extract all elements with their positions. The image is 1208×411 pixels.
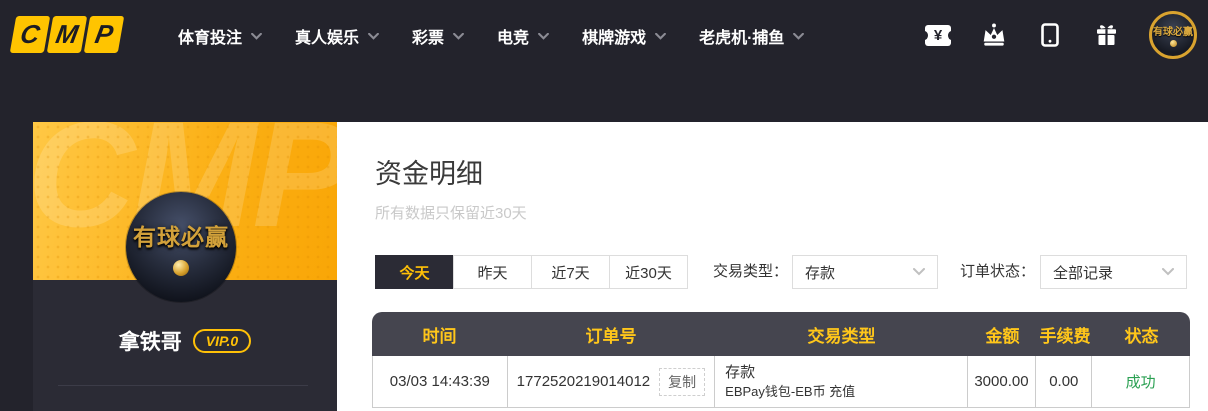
cell-type: 存款 EBPay钱包-EB币 充值 (715, 356, 968, 407)
tab-last7days[interactable]: 近7天 (531, 255, 610, 289)
chevron-down-icon (655, 32, 667, 40)
profile-sidebar: CMP 有球必赢 拿铁哥 VIP.0 (0, 122, 337, 411)
yen-glyph: ¥ (933, 26, 943, 44)
table-header: 时间 订单号 交易类型 金额 手续费 状态 (372, 312, 1190, 356)
crown-glyph (983, 23, 1005, 46)
order-status-label: 订单状态： (960, 263, 1036, 280)
col-header-fee: 手续费 (1039, 326, 1091, 346)
sidebar-divider (58, 385, 308, 386)
cell-status: 成功 (1125, 374, 1156, 391)
chevron-down-icon (538, 32, 549, 40)
mobile-app-icon[interactable] (1037, 23, 1063, 47)
transaction-type-select[interactable]: 存款 (792, 255, 938, 289)
nav-item-label: 真人娱乐 (295, 30, 360, 47)
col-header-type: 交易类型 (807, 326, 876, 346)
funds-table: 时间 订单号 交易类型 金额 手续费 状态 03/03 14:43:39 177… (372, 312, 1190, 408)
page-subtitle: 所有数据只保留近30天 (375, 205, 527, 222)
profile-card: CMP 有球必赢 拿铁哥 VIP.0 (33, 122, 337, 411)
col-header-time: 时间 (422, 326, 457, 346)
avatar-text: 有球必赢 (1153, 27, 1193, 38)
quick-actions: ¥ 有球必赢 (921, 0, 1197, 70)
col-header-order-no: 订单号 (585, 326, 637, 346)
main-content: 资金明细 所有数据只保留近30天 今天 昨天 近7天 近30天 交易类型： 存款… (337, 122, 1208, 411)
filter-row: 今天 昨天 近7天 近30天 交易类型： 存款 订单状态： 全部记录 (337, 255, 1208, 289)
cell-amount: 3000.00 (968, 356, 1037, 407)
copy-button[interactable]: 复制 (659, 367, 706, 396)
gift-glyph (1096, 25, 1116, 45)
col-header-amount: 金额 (985, 326, 1020, 346)
vip-badge: VIP.0 (192, 328, 252, 354)
order-status-select[interactable]: 全部记录 (1040, 255, 1187, 289)
type-line1: 存款 (725, 363, 756, 381)
mobile-glyph (1041, 23, 1059, 47)
avatar-text: 有球必赢 (133, 224, 229, 250)
top-nav-bar: C M P 体育投注 真人娱乐 彩票 电竞 棋牌游戏 老虎机·捕鱼 ¥ 有球必赢 (0, 0, 1208, 122)
type-line2: EBPay钱包-EB币 充值 (725, 383, 856, 399)
nav-item-live-casino[interactable]: 真人娱乐 (295, 24, 379, 48)
order-status-value: 全部记录 (1053, 264, 1114, 282)
logo-letter-box: C (9, 16, 51, 53)
screen: C M P 体育投注 真人娱乐 彩票 电竞 棋牌游戏 老虎机·捕鱼 ¥ 有球必赢… (0, 0, 1208, 411)
cell-time: 03/03 14:43:39 (373, 356, 508, 407)
crown-icon[interactable] (981, 23, 1007, 47)
brand-logo[interactable]: C M P (9, 16, 125, 53)
nav-item-slots-fishing[interactable]: 老虎机·捕鱼 (699, 24, 805, 48)
chevron-down-icon (453, 32, 464, 40)
logo-letter-box: M (46, 16, 88, 53)
transaction-type-label: 交易类型： (713, 263, 789, 280)
yen-voucher-icon[interactable]: ¥ (921, 23, 955, 47)
gift-icon[interactable] (1093, 23, 1119, 47)
nav-item-label: 彩票 (412, 30, 445, 47)
nav-item-lottery[interactable]: 彩票 (412, 24, 464, 48)
table-row: 03/03 14:43:39 1772520219014012 复制 存款 EB… (372, 356, 1190, 408)
order-number: 1772520219014012 (516, 373, 651, 390)
chevron-down-icon (1162, 268, 1174, 276)
cell-order-no: 1772520219014012 复制 (508, 356, 716, 407)
nav-item-board-games[interactable]: 棋牌游戏 (582, 24, 667, 48)
golden-ball-icon (173, 260, 189, 276)
chevron-down-icon (913, 268, 925, 276)
user-avatar[interactable]: 有球必赢 (1149, 11, 1197, 59)
transaction-type-value: 存款 (805, 264, 836, 282)
nav-item-label: 体育投注 (178, 30, 243, 47)
logo-letter-box: P (83, 16, 125, 53)
username: 拿铁哥 (118, 331, 182, 354)
col-header-status: 状态 (1124, 326, 1159, 346)
tab-yesterday[interactable]: 昨天 (453, 255, 532, 289)
cell-fee: 0.00 (1036, 356, 1093, 407)
nav-item-label: 老虎机·捕鱼 (699, 30, 785, 47)
nav-item-label: 电竞 (497, 30, 530, 47)
profile-avatar[interactable]: 有球必赢 (126, 192, 236, 302)
voucher-shape: ¥ (921, 24, 955, 46)
golden-ball-icon (1169, 40, 1177, 47)
nav-item-label: 棋牌游戏 (582, 30, 647, 47)
tab-today[interactable]: 今天 (375, 255, 454, 289)
chevron-down-icon (251, 32, 262, 40)
user-info-row: 拿铁哥 VIP.0 (33, 326, 337, 356)
main-nav: 体育投注 真人娱乐 彩票 电竞 棋牌游戏 老虎机·捕鱼 (178, 0, 805, 72)
tab-last30days[interactable]: 近30天 (609, 255, 688, 289)
date-range-tabs: 今天 昨天 近7天 近30天 (375, 255, 688, 289)
logo-letter: P (92, 19, 116, 49)
nav-item-esports[interactable]: 电竞 (497, 24, 549, 48)
page-title: 资金明细 (375, 159, 483, 189)
chevron-down-icon (368, 32, 379, 40)
nav-item-sports[interactable]: 体育投注 (178, 24, 262, 48)
logo-letter: M (53, 19, 81, 49)
logo-letter: C (18, 19, 43, 49)
chevron-down-icon (793, 32, 805, 40)
